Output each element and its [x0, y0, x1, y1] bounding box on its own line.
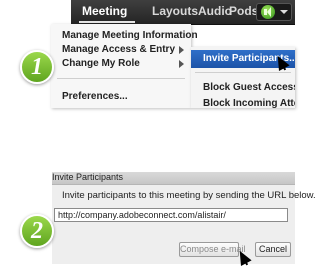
dialog-instruction: Invite participants to this meeting by s… — [62, 190, 316, 201]
audio-button[interactable] — [256, 3, 292, 21]
step-badge-2: 2 — [20, 214, 54, 248]
menu-item-manage-access-entry[interactable]: Manage Access & Entry — [62, 44, 175, 55]
menu-audio[interactable]: Audio — [198, 4, 232, 18]
menu-meeting-underline — [79, 21, 135, 23]
menu-item-change-my-role[interactable]: Change My Role — [62, 58, 140, 69]
menu-item-block-incoming-attendees[interactable]: Block Incoming Attendees — [203, 98, 295, 108]
meeting-url-field[interactable] — [54, 208, 288, 222]
menu-bar: Meeting Layouts Pods — [71, 0, 295, 25]
submenu-arrow-icon — [179, 46, 184, 54]
menu-item-block-guest-access[interactable]: Block Guest Access — [203, 82, 295, 93]
menu-item-preferences[interactable]: Preferences... — [62, 91, 128, 102]
compose-email-button[interactable]: Compose e-mail — [179, 242, 246, 257]
meeting-dropdown-menu: Manage Meeting Information Manage Access… — [51, 24, 198, 108]
dialog-title: Invite Participants — [52, 172, 124, 182]
speaker-icon — [261, 5, 275, 19]
invite-participants-dialog: Invite Participants Invite participants … — [52, 172, 316, 264]
dropdown-arrow-icon — [280, 10, 288, 14]
cancel-button[interactable]: Cancel — [255, 242, 291, 257]
submenu-divider — [195, 72, 291, 73]
submenu-arrow-icon — [179, 60, 184, 68]
menu-meeting[interactable]: Meeting — [82, 4, 127, 18]
menu-pods[interactable]: Pods — [229, 4, 258, 18]
menu-layouts[interactable]: Layouts — [152, 4, 198, 18]
menu-item-manage-meeting-information[interactable]: Manage Meeting Information — [62, 30, 198, 41]
menu-divider — [57, 78, 185, 79]
dialog-title-bar: Invite Participants — [52, 172, 295, 185]
step-badge-1: 1 — [20, 50, 54, 84]
